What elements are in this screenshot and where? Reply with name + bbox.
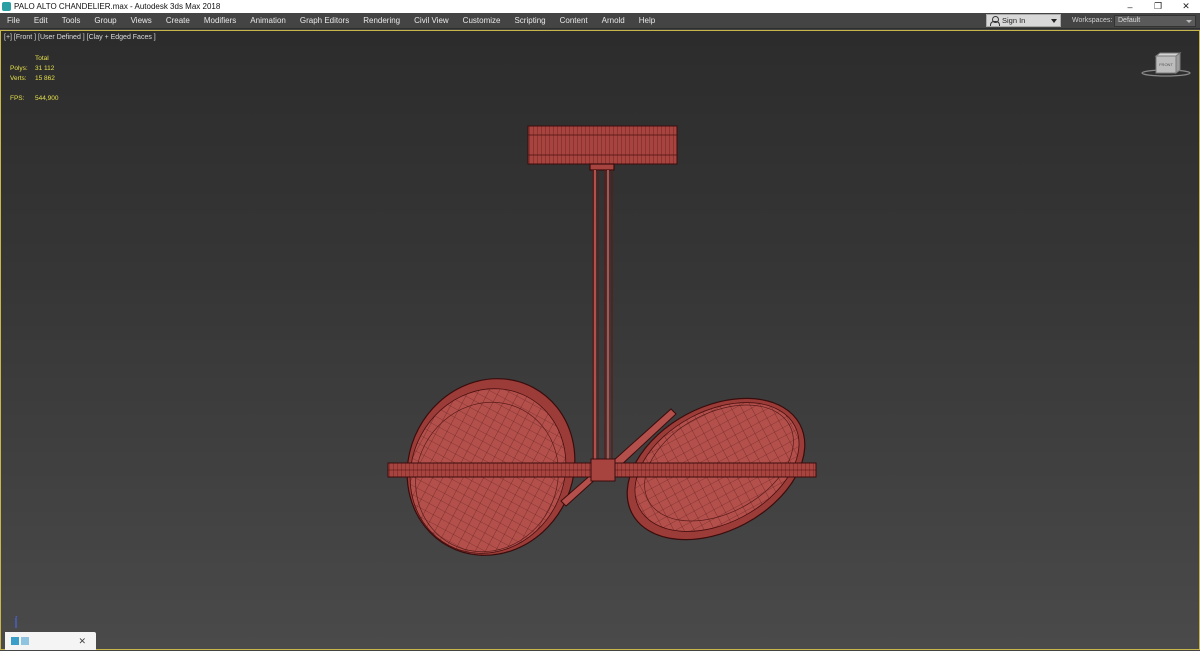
close-icon[interactable]: ✕ [78,636,86,647]
polys-value: 31 112 [35,65,55,72]
close-button[interactable]: ✕ [1172,0,1200,13]
chevron-down-icon [1051,19,1057,23]
workspaces-label: Workspaces: [1072,17,1113,24]
fps-value: 544,900 [35,95,59,102]
verts-value: 15 862 [35,75,55,82]
menu-animation[interactable]: Animation [243,13,293,29]
front-viewport[interactable]: [+] [Front ] [User Defined ] [Clay + Edg… [0,30,1200,650]
menu-scripting[interactable]: Scripting [507,13,552,29]
verts-label: Verts: [10,75,27,82]
menu-edit[interactable]: Edit [27,13,55,29]
stats-header: Total [35,55,49,62]
viewport-statistics: Total Polys: 31 112 Verts: 15 862 FPS: 544,… [10,54,59,104]
menu-customize[interactable]: Customize [456,13,508,29]
model-scene[interactable] [1,31,1200,651]
window-title: PALO ALTO CHANDELIER.max - Autodesk 3ds … [14,2,221,11]
menu-arnold[interactable]: Arnold [595,13,632,29]
axis-z-label: z [15,615,18,621]
viewcube-icon[interactable]: FRONT [1141,51,1191,81]
viewport-tab-icon-secondary [21,637,29,645]
menu-tools[interactable]: Tools [55,13,88,29]
menu-help[interactable]: Help [632,13,662,29]
polys-label: Polys: [10,65,28,72]
fps-label: FPS: [10,95,25,102]
menu-modifiers[interactable]: Modifiers [197,13,243,29]
sign-in-dropdown[interactable]: Sign In [986,14,1061,27]
workspaces-select[interactable]: Default [1114,15,1196,27]
menu-graph-editors[interactable]: Graph Editors [293,13,356,29]
workspaces-value: Default [1118,17,1141,24]
axis-gizmo-icon: z [15,615,18,628]
user-icon [990,16,1000,26]
chevron-down-icon [1186,20,1192,23]
menu-create[interactable]: Create [159,13,197,29]
restore-button[interactable]: ❐ [1144,0,1172,13]
viewport-tab[interactable]: ✕ [5,632,96,650]
viewport-tab-icon [11,637,19,645]
app-icon [2,2,11,11]
menu-file[interactable]: File [0,13,27,29]
viewcube-face-label: FRONT [1159,62,1173,67]
viewport-label[interactable]: [+] [Front ] [User Defined ] [Clay + Edg… [4,34,156,41]
menu-civil-view[interactable]: Civil View [407,13,456,29]
menu-rendering[interactable]: Rendering [356,13,407,29]
minimize-button[interactable]: – [1116,0,1144,13]
window-titlebar: PALO ALTO CHANDELIER.max - Autodesk 3ds … [0,0,1200,13]
suspension-rods [589,163,615,463]
window-controls: – ❐ ✕ [1116,0,1200,13]
sign-in-label: Sign In [1002,16,1026,25]
menu-group[interactable]: Group [87,13,123,29]
ceiling-canopy [527,125,678,165]
menu-content[interactable]: Content [553,13,595,29]
menu-views[interactable]: Views [124,13,159,29]
